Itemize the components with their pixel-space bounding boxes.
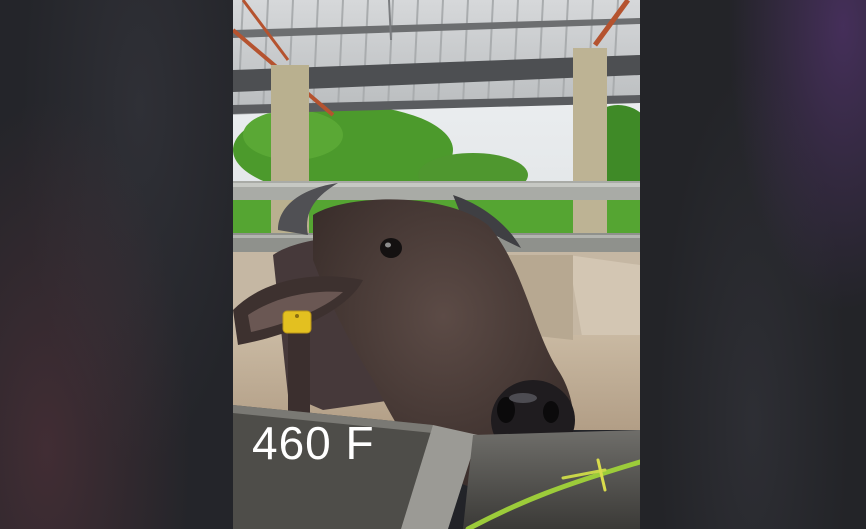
blurred-backdrop-right <box>640 0 866 529</box>
blurred-backdrop-left <box>0 0 233 529</box>
photo-caption: 460 F <box>252 417 375 469</box>
photo-viewer: 460 F <box>0 0 866 529</box>
ear-tag-icon <box>282 310 312 334</box>
